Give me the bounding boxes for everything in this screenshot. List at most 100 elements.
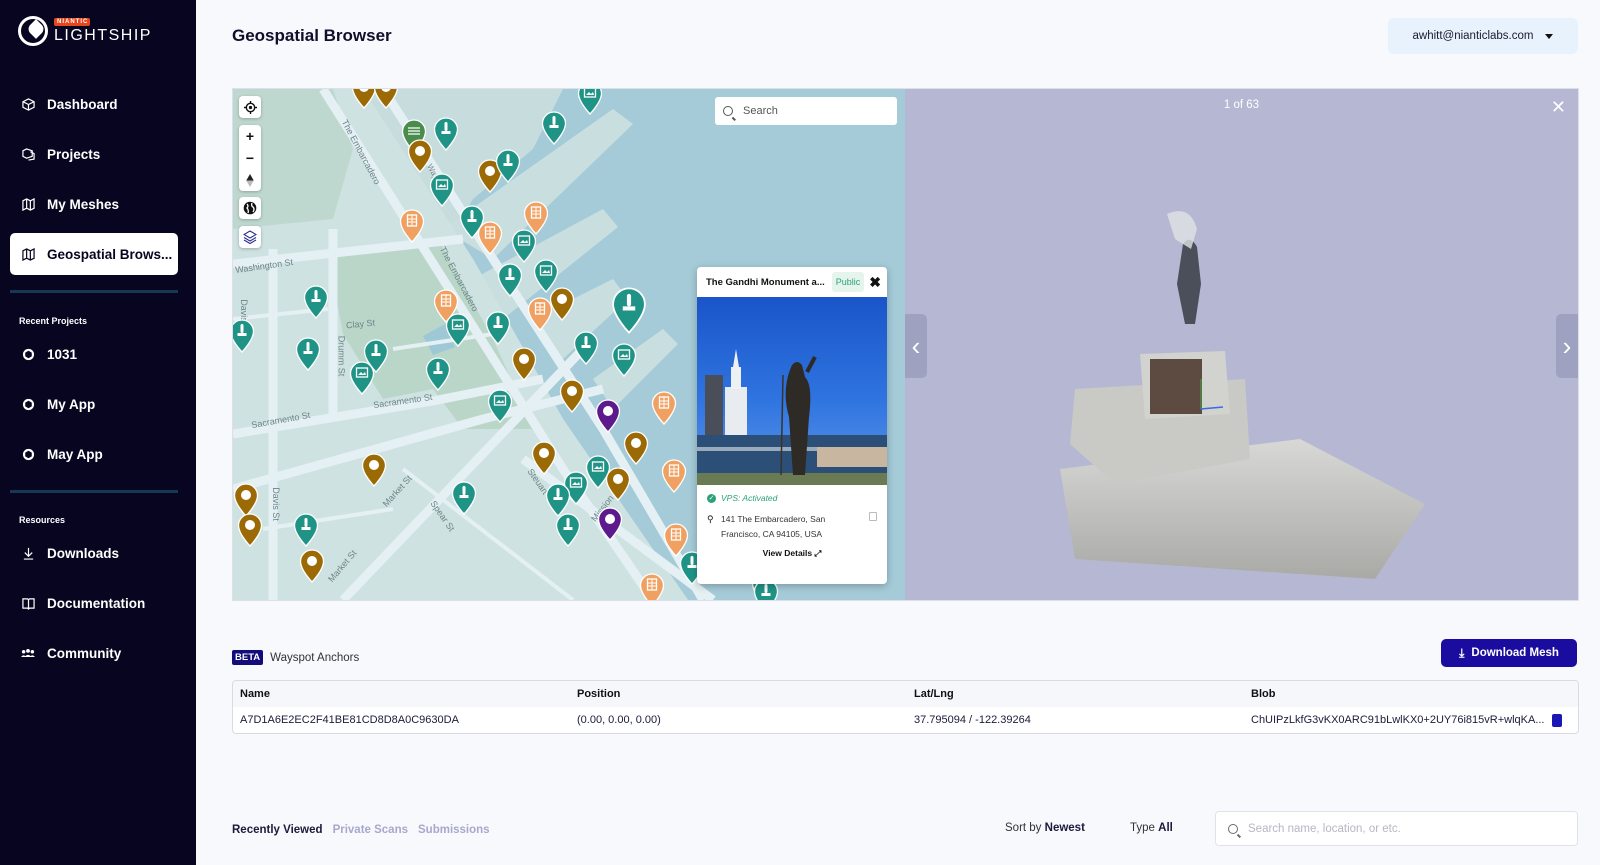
generic-map-pin[interactable] bbox=[605, 467, 631, 501]
compass-icon[interactable] bbox=[239, 169, 261, 191]
monument-map-pin[interactable] bbox=[611, 287, 647, 334]
download-mesh-button[interactable]: ⤓ Download Mesh bbox=[1441, 639, 1577, 667]
globe-icon bbox=[239, 197, 261, 219]
monument-map-pin[interactable] bbox=[573, 331, 599, 365]
monument-map-pin[interactable] bbox=[295, 337, 321, 371]
monument-map-pin[interactable] bbox=[293, 513, 319, 547]
gallery-map-pin[interactable] bbox=[349, 361, 375, 395]
mesh-3d-render bbox=[1060, 211, 1425, 579]
map-icon bbox=[21, 197, 35, 211]
gallery-map-pin[interactable] bbox=[511, 229, 537, 263]
scan-search-field[interactable] bbox=[1215, 811, 1578, 846]
unity-icon bbox=[21, 447, 35, 461]
download-icon bbox=[21, 546, 35, 560]
tab-submissions[interactable]: Submissions bbox=[418, 824, 490, 836]
beta-badge: BETA bbox=[232, 650, 264, 665]
generic-map-pin[interactable] bbox=[559, 379, 585, 413]
monument-map-pin[interactable] bbox=[433, 117, 459, 151]
building-map-pin[interactable] bbox=[661, 459, 687, 493]
zoom-in-icon[interactable]: + bbox=[239, 125, 261, 147]
map-search-input[interactable]: Search bbox=[715, 97, 897, 125]
building-map-pin[interactable] bbox=[651, 391, 677, 425]
anchors-title: Wayspot Anchors bbox=[270, 651, 360, 664]
location-photo[interactable] bbox=[697, 297, 887, 485]
generic-map-pin[interactable] bbox=[511, 347, 537, 381]
book-icon bbox=[21, 596, 35, 610]
unity-icon bbox=[21, 397, 35, 411]
sidebar-item-dashboard[interactable]: Dashboard bbox=[10, 83, 178, 125]
recent-project-may-app[interactable]: May App bbox=[10, 433, 178, 475]
next-mesh-button[interactable]: › bbox=[1556, 314, 1578, 378]
caret-down-icon bbox=[1545, 33, 1554, 39]
anchor-position: (0.00, 0.00, 0.00) bbox=[577, 714, 661, 726]
generic-map-pin[interactable] bbox=[373, 89, 399, 109]
sidebar-item-my-meshes[interactable]: My Meshes bbox=[10, 183, 178, 225]
recent-project-1031[interactable]: 1031 bbox=[10, 333, 178, 375]
account-menu[interactable]: awhitt@nianticlabs.com bbox=[1388, 18, 1578, 54]
monument-map-pin[interactable] bbox=[425, 357, 451, 391]
column-header-blob: Blob bbox=[1251, 688, 1276, 700]
building-map-pin[interactable] bbox=[399, 209, 425, 243]
generic-map-pin[interactable] bbox=[299, 549, 325, 583]
generic-map-pin[interactable] bbox=[361, 453, 387, 487]
monument-map-pin[interactable] bbox=[497, 263, 523, 297]
recent-project-my-app[interactable]: My App bbox=[10, 383, 178, 425]
sidebar-item-label: May App bbox=[47, 446, 103, 462]
anchor-name: A7D1A6E2EC2F41BE81CD8D8A0C9630DA bbox=[240, 714, 459, 726]
sidebar-item-downloads[interactable]: Downloads bbox=[10, 532, 178, 574]
special-map-pin[interactable] bbox=[597, 507, 623, 541]
view-details-link[interactable]: View Details ⤢ bbox=[707, 548, 877, 559]
monument-map-pin[interactable] bbox=[485, 311, 511, 345]
generic-map-pin[interactable] bbox=[407, 139, 433, 173]
mesh-preview[interactable]: 1 of 63 ✕ ‹ › bbox=[905, 89, 1578, 600]
sidebar-item-community[interactable]: Community bbox=[10, 632, 178, 674]
generic-map-pin[interactable] bbox=[623, 431, 649, 465]
layers-button[interactable] bbox=[239, 226, 261, 248]
monument-map-pin[interactable] bbox=[303, 285, 329, 319]
scan-search-input[interactable] bbox=[1248, 822, 1548, 835]
monument-map-pin[interactable] bbox=[555, 513, 581, 547]
monument-map-pin[interactable] bbox=[545, 483, 571, 517]
building-map-pin[interactable] bbox=[477, 221, 503, 255]
monument-map-pin[interactable] bbox=[451, 481, 477, 515]
sidebar-item-documentation[interactable]: Documentation bbox=[10, 582, 178, 624]
popup-title: The Gandhi Monument a... bbox=[706, 276, 825, 288]
sidebar-item-geospatial-browser[interactable]: Geospatial Brows... bbox=[10, 233, 178, 275]
monument-map-pin[interactable] bbox=[233, 319, 255, 353]
close-preview-button[interactable]: ✕ bbox=[1551, 97, 1566, 118]
sidebar: NIANTIC LIGHTSHIP Dashboard Projects My … bbox=[0, 0, 196, 865]
monument-map-pin[interactable] bbox=[541, 111, 567, 145]
close-icon[interactable]: ✖ bbox=[869, 274, 881, 291]
gallery-map-pin[interactable] bbox=[487, 389, 513, 423]
copy-icon[interactable] bbox=[869, 512, 877, 521]
search-icon bbox=[723, 106, 733, 116]
generic-map-pin[interactable] bbox=[549, 287, 575, 321]
tab-recently-viewed[interactable]: Recently Viewed bbox=[232, 824, 323, 836]
sidebar-item-label: Projects bbox=[47, 146, 101, 162]
generic-map-pin[interactable] bbox=[233, 483, 259, 517]
previous-mesh-button[interactable]: ‹ bbox=[905, 314, 927, 378]
gallery-map-pin[interactable] bbox=[445, 313, 471, 347]
sidebar-item-label: 1031 bbox=[47, 346, 78, 362]
gallery-map-pin[interactable] bbox=[429, 173, 455, 207]
layers-icon bbox=[239, 226, 261, 248]
tab-private-scans[interactable]: Private Scans bbox=[333, 824, 408, 836]
locate-button[interactable] bbox=[239, 96, 261, 118]
lightship-logo[interactable]: NIANTIC LIGHTSHIP bbox=[18, 16, 152, 46]
gallery-map-pin[interactable] bbox=[577, 89, 603, 115]
sort-dropdown[interactable]: Sort by Newest bbox=[1005, 822, 1085, 834]
sidebar-item-projects[interactable]: Projects bbox=[10, 133, 178, 175]
zoom-out-icon[interactable]: − bbox=[239, 147, 261, 169]
globe-button[interactable] bbox=[239, 197, 261, 219]
sidebar-divider bbox=[10, 290, 178, 293]
building-map-pin[interactable] bbox=[639, 573, 665, 600]
type-dropdown[interactable]: Type All bbox=[1130, 822, 1173, 834]
gallery-map-pin[interactable] bbox=[611, 343, 637, 377]
generic-map-pin[interactable] bbox=[237, 513, 263, 547]
map[interactable]: The Embarcadero Herb Caen Way Washington… bbox=[233, 89, 905, 600]
generic-map-pin[interactable] bbox=[531, 441, 557, 475]
rocket-logo-icon bbox=[18, 16, 48, 46]
special-map-pin[interactable] bbox=[595, 399, 621, 433]
copy-icon[interactable] bbox=[1552, 713, 1563, 727]
monument-map-pin[interactable] bbox=[495, 149, 521, 183]
